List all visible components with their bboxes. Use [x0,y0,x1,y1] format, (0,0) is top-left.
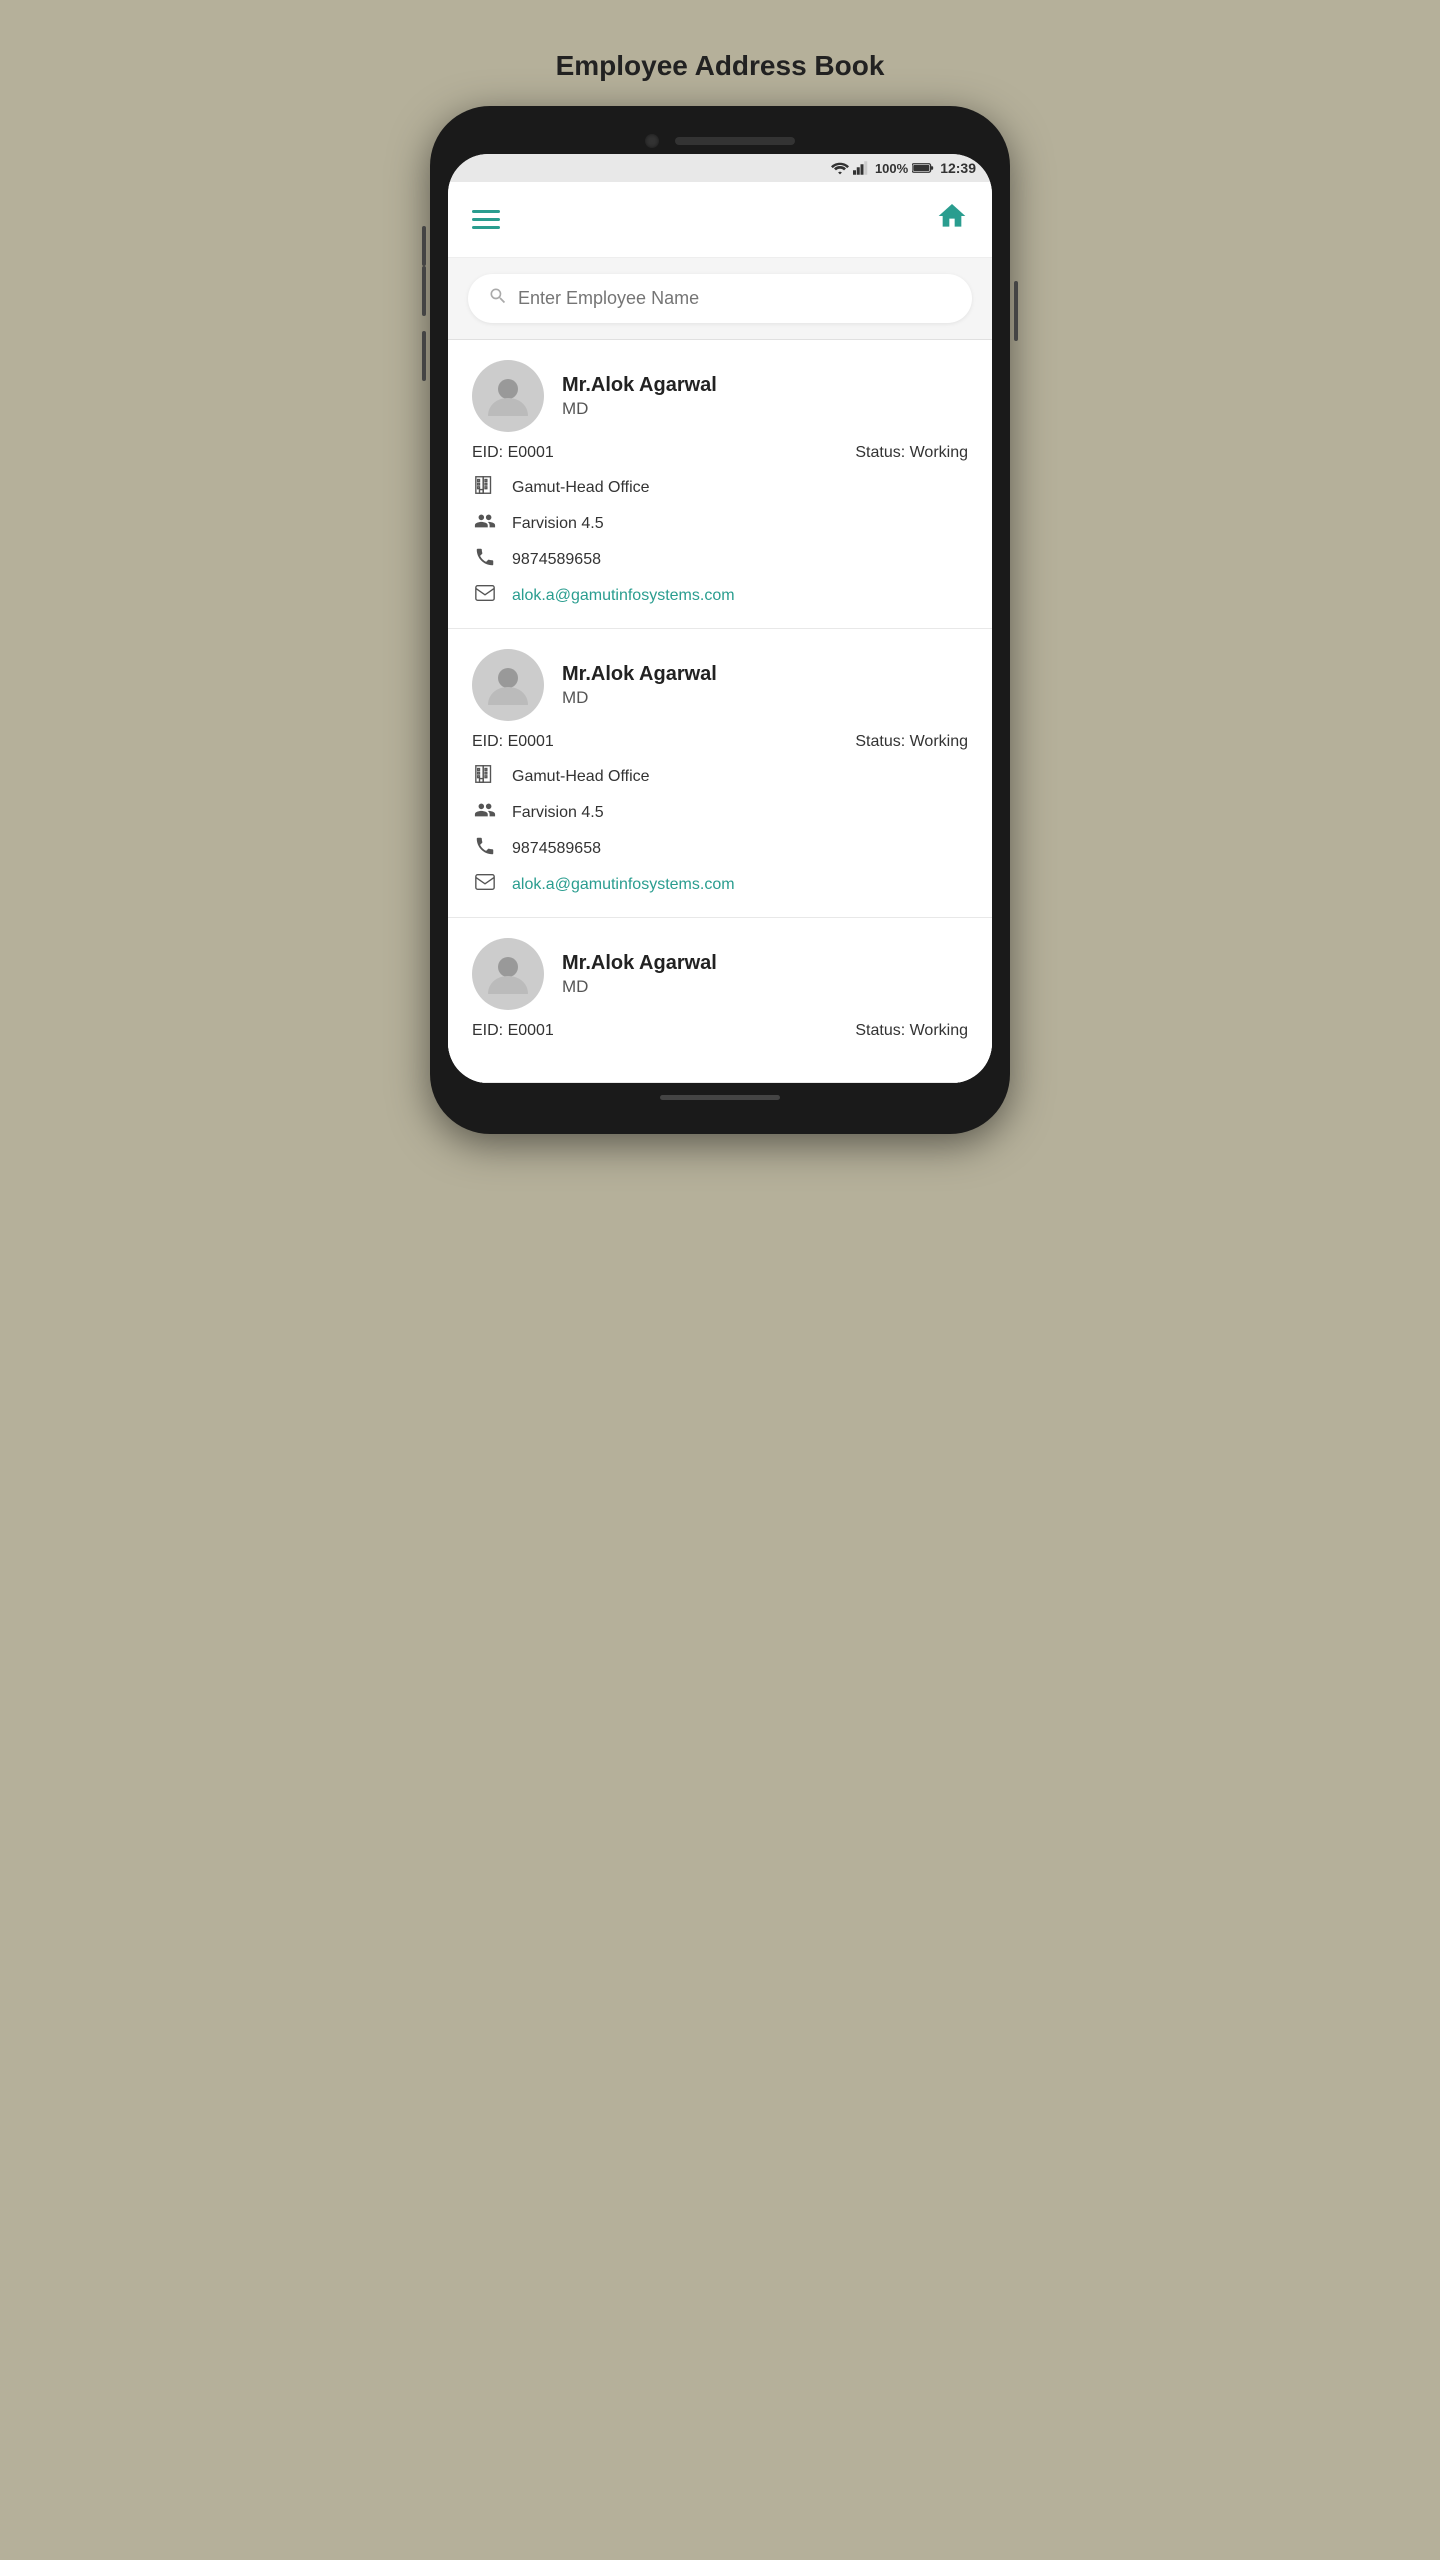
time-display: 12:39 [940,160,976,176]
employee-card[interactable]: Mr.Alok Agarwal MD EID: E0001 Status: Wo… [448,340,992,629]
employee-meta: EID: E0001 Status: Working [472,444,968,462]
email-row: alok.a@gamutinfosystems.com [472,871,968,899]
employee-meta: EID: E0001 Status: Working [472,1022,968,1040]
email-row: alok.a@gamutinfosystems.com [472,582,968,610]
avatar-icon [483,371,533,421]
employee-header: Mr.Alok Agarwal MD [472,938,968,1010]
signal-icons: 100% [831,161,934,176]
employee-list: Mr.Alok Agarwal MD EID: E0001 Status: Wo… [448,340,992,1083]
employee-name-role: Mr.Alok Agarwal MD [562,952,717,997]
battery-icon [912,162,934,174]
avatar-icon [483,660,533,710]
employee-name: Mr.Alok Agarwal [562,663,717,686]
employee-status: Status: Working [855,1022,968,1040]
hamburger-menu-button[interactable] [472,210,500,229]
employee-details: Gamut-Head Office Farvision 4.5 [472,474,968,610]
employee-card[interactable]: Mr.Alok Agarwal MD EID: E0001 Status: Wo… [448,629,992,918]
employee-name-role: Mr.Alok Agarwal MD [562,663,717,708]
employee-name-role: Mr.Alok Agarwal MD [562,374,717,419]
building-icon [472,763,498,791]
home-bar [660,1095,780,1100]
employee-meta: EID: E0001 Status: Working [472,733,968,751]
building-icon [472,474,498,502]
email-icon [472,582,498,610]
home-button[interactable] [936,200,968,239]
employee-email[interactable]: alok.a@gamutinfosystems.com [512,587,735,605]
phone-number: 9874589658 [512,840,601,858]
wifi-icon [831,161,849,175]
employee-header: Mr.Alok Agarwal MD [472,360,968,432]
employee-name: Mr.Alok Agarwal [562,374,717,397]
top-nav-bar [448,182,992,258]
phone-bottom-bar [448,1083,992,1104]
department-row: Farvision 4.5 [472,510,968,538]
status-bar: 100% 12:39 [448,154,992,182]
employee-details: Gamut-Head Office Farvision 4.5 [472,763,968,899]
employee-role: MD [562,688,717,708]
battery-text: 100% [875,161,908,176]
office-name: Gamut-Head Office [512,768,650,786]
employee-status: Status: Working [855,733,968,751]
employee-header: Mr.Alok Agarwal MD [472,649,968,721]
avatar [472,938,544,1010]
power-button [1014,281,1018,341]
page-title: Employee Address Book [556,50,885,82]
employee-role: MD [562,977,717,997]
employee-name: Mr.Alok Agarwal [562,952,717,975]
employee-id: EID: E0001 [472,444,554,462]
phone-row: 9874589658 [472,835,968,863]
avatar-icon [483,949,533,999]
signal-icon [853,161,871,175]
employee-status: Status: Working [855,444,968,462]
employee-cards-container: Mr.Alok Agarwal MD EID: E0001 Status: Wo… [448,340,992,1083]
search-section [448,258,992,340]
back-button [422,226,426,266]
volume-down-button [422,331,426,381]
phone-row: 9874589658 [472,546,968,574]
search-container [468,274,972,323]
department-name: Farvision 4.5 [512,804,604,822]
employee-card[interactable]: Mr.Alok Agarwal MD EID: E0001 Status: Wo… [448,918,992,1083]
phone-speaker [675,137,795,145]
phone-screen: 100% 12:39 [448,154,992,1083]
employee-id: EID: E0001 [472,733,554,751]
home-icon-svg [936,200,968,232]
email-icon [472,871,498,899]
search-input[interactable] [518,288,952,309]
avatar [472,360,544,432]
front-camera [645,134,659,148]
phone-notch [448,124,992,154]
employee-email[interactable]: alok.a@gamutinfosystems.com [512,876,735,894]
phone-icon [472,835,498,863]
employee-id: EID: E0001 [472,1022,554,1040]
group-icon [472,799,498,827]
department-row: Farvision 4.5 [472,799,968,827]
office-name: Gamut-Head Office [512,479,650,497]
phone-icon [472,546,498,574]
phone-number: 9874589658 [512,551,601,569]
avatar [472,649,544,721]
search-icon [488,286,508,311]
office-row: Gamut-Head Office [472,763,968,791]
phone-frame: 100% 12:39 [430,106,1010,1134]
office-row: Gamut-Head Office [472,474,968,502]
volume-up-button [422,266,426,316]
employee-role: MD [562,399,717,419]
group-icon [472,510,498,538]
department-name: Farvision 4.5 [512,515,604,533]
